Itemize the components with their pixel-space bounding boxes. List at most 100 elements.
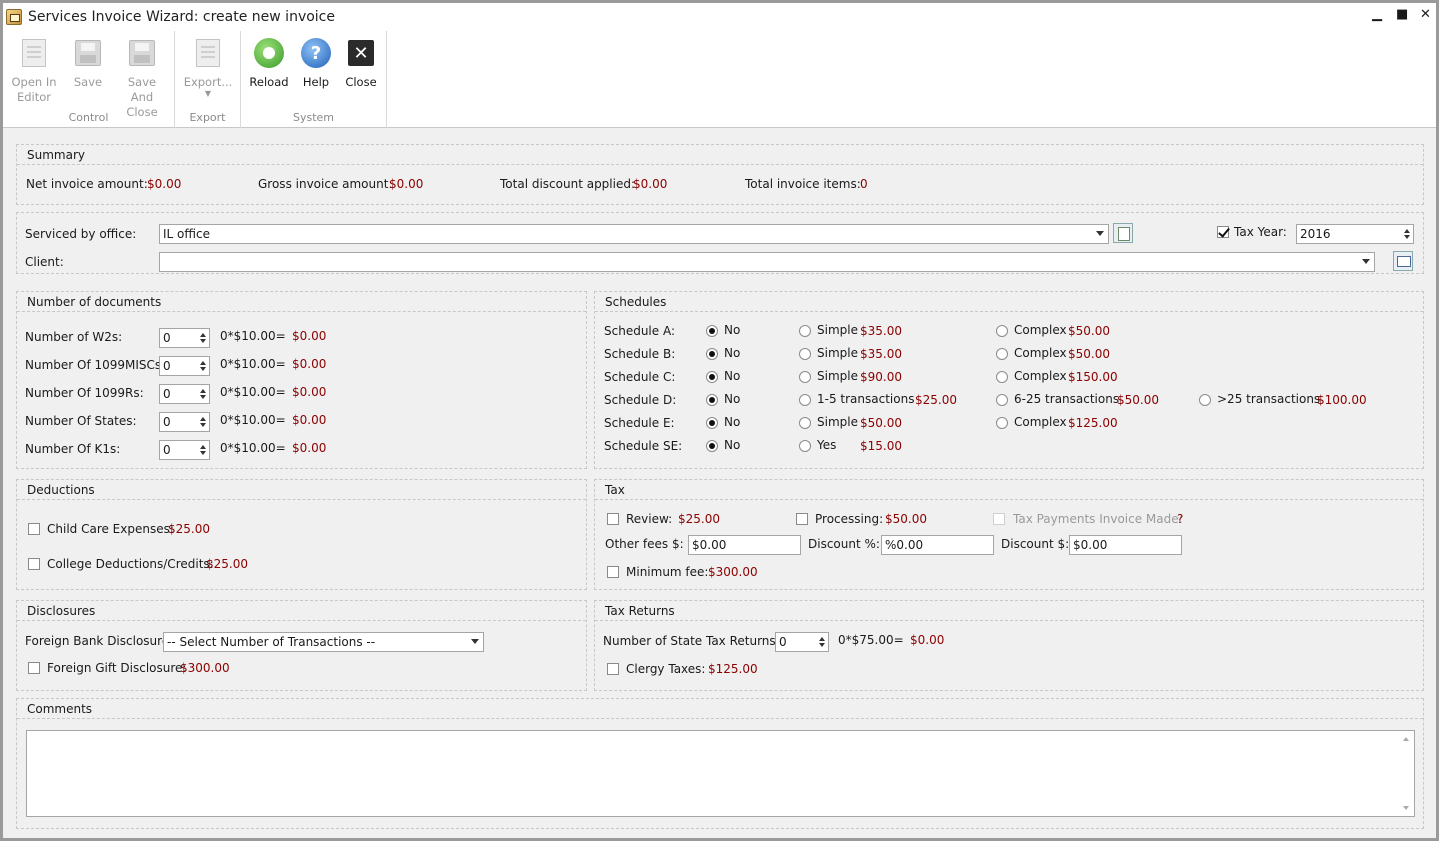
minimize-button[interactable]: ▁ [1372, 7, 1382, 22]
spin-down-icon[interactable] [200, 367, 206, 371]
schedule-c-simple-price: $90.00 [860, 370, 902, 384]
tax-payments-checkbox[interactable] [993, 513, 1005, 525]
states-formula: 0*$10.00= [220, 413, 286, 427]
save-label: Save [73, 75, 103, 89]
spin-down-icon[interactable] [200, 451, 206, 455]
open-in-editor-button[interactable]: Open In Editor [7, 37, 61, 120]
schedule-c-complex-radio[interactable] [996, 371, 1008, 383]
spin-up-icon[interactable] [819, 637, 825, 641]
tax-year-value: 2016 [1300, 227, 1331, 241]
schedule-a-complex-radio[interactable] [996, 325, 1008, 337]
processing-checkbox[interactable] [796, 513, 808, 525]
ribbon-toolbar: Open In Editor Save Save And Close Contr… [3, 31, 1436, 128]
comments-textarea[interactable] [26, 730, 1415, 817]
w2-value: 0 [163, 331, 171, 345]
schedule-b-simple-radio[interactable] [799, 348, 811, 360]
discount-percent-input[interactable]: %0.00 [881, 535, 994, 555]
save-button[interactable]: Save [61, 37, 115, 120]
help-button[interactable]: ? Help [295, 37, 337, 90]
review-checkbox[interactable] [607, 513, 619, 525]
schedule-d-6-25-radio[interactable] [996, 394, 1008, 406]
discount-amount-label: Discount $: [1001, 537, 1070, 551]
clergy-taxes-label: Clergy Taxes: [626, 662, 706, 676]
total-discount-label: Total discount applied: [500, 177, 636, 191]
schedule-e-complex-price: $125.00 [1068, 416, 1118, 430]
tax-year-label: Tax Year: [1234, 225, 1287, 239]
spin-down-icon[interactable] [200, 339, 206, 343]
foreign-bank-select[interactable]: -- Select Number of Transactions -- [163, 632, 484, 652]
spin-up-icon[interactable] [200, 389, 206, 393]
spin-up-icon[interactable] [1404, 229, 1410, 233]
spin-down-icon[interactable] [1404, 235, 1410, 239]
spin-up-icon[interactable] [200, 417, 206, 421]
scroll-down-icon[interactable] [1403, 806, 1409, 810]
schedule-e-complex-radio[interactable] [996, 417, 1008, 429]
foreign-gift-checkbox[interactable] [28, 662, 40, 674]
child-care-price: $25.00 [168, 522, 210, 536]
export-button[interactable]: Export... ▼ [181, 37, 235, 98]
schedule-a-simple-radio[interactable] [799, 325, 811, 337]
client-label: Client: [25, 255, 64, 269]
schedule-a-no-radio[interactable] [706, 325, 718, 337]
schedule-c-no-radio[interactable] [706, 371, 718, 383]
client-select[interactable] [159, 252, 1375, 272]
schedule-e-simple-radio[interactable] [799, 417, 811, 429]
w2-formula: 0*$10.00= [220, 329, 286, 343]
spin-up-icon[interactable] [200, 333, 206, 337]
close-button[interactable]: ✕ Close [337, 37, 385, 90]
schedule-b-no-radio[interactable] [706, 348, 718, 360]
schedule-e-no-radio[interactable] [706, 417, 718, 429]
tax-year-spinner[interactable]: 2016 [1296, 224, 1414, 244]
documents-title: Number of documents [17, 292, 586, 312]
tax-year-checkbox[interactable] [1217, 226, 1229, 238]
state-tax-returns-spinner[interactable]: 0 [775, 632, 829, 652]
invoice-form: Summary Net invoice amount: $0.00 Gross … [3, 129, 1436, 838]
summary-panel: Summary Net invoice amount: $0.00 Gross … [16, 144, 1424, 205]
1099misc-label: Number Of 1099MISCs: [25, 358, 166, 372]
save-and-close-button[interactable]: Save And Close [115, 37, 169, 120]
schedule-c-simple-radio[interactable] [799, 371, 811, 383]
minimum-fee-price: $300.00 [708, 565, 758, 579]
window-close-button[interactable]: ✕ [1420, 7, 1431, 22]
w2-amount: $0.00 [292, 329, 327, 343]
clergy-taxes-checkbox[interactable] [607, 663, 619, 675]
1099r-spinner[interactable]: 0 [159, 384, 210, 404]
office-lookup-icon[interactable] [1113, 223, 1133, 243]
other-fees-input[interactable]: $0.00 [688, 535, 801, 555]
discount-amount-input[interactable]: $0.00 [1069, 535, 1182, 555]
documents-panel: Number of documents Number of W2s: 0 0*$… [16, 291, 587, 469]
schedule-d-no-radio[interactable] [706, 394, 718, 406]
child-care-checkbox[interactable] [28, 523, 40, 535]
schedule-d-over-25-radio[interactable] [1199, 394, 1211, 406]
client-card-icon[interactable] [1393, 251, 1413, 271]
reload-button[interactable]: Reload [243, 37, 295, 90]
spin-down-icon[interactable] [819, 643, 825, 647]
states-spinner[interactable]: 0 [159, 412, 210, 432]
comments-panel: Comments [16, 698, 1424, 829]
scroll-up-icon[interactable] [1403, 737, 1409, 741]
spin-up-icon[interactable] [200, 445, 206, 449]
export-icon [196, 39, 220, 67]
office-select[interactable]: IL office [159, 224, 1109, 244]
spin-down-icon[interactable] [200, 423, 206, 427]
schedule-d-1-5-radio[interactable] [799, 394, 811, 406]
w2-spinner[interactable]: 0 [159, 328, 210, 348]
export-label: Export... [183, 75, 233, 89]
foreign-gift-price: $300.00 [180, 661, 230, 675]
maximize-button[interactable]: ■ [1396, 7, 1408, 22]
minimum-fee-checkbox[interactable] [607, 566, 619, 578]
spin-up-icon[interactable] [200, 361, 206, 365]
schedule-d-1-5-label: 1-5 transactions [817, 392, 915, 406]
k1-spinner[interactable]: 0 [159, 440, 210, 460]
schedule-se-yes-radio[interactable] [799, 440, 811, 452]
college-deductions-checkbox[interactable] [28, 558, 40, 570]
schedule-d-label: Schedule D: [604, 393, 677, 407]
invoice-wizard-window: Services Invoice Wizard: create new invo… [0, 0, 1439, 841]
schedule-b-complex-radio[interactable] [996, 348, 1008, 360]
schedule-b-no-label: No [724, 346, 741, 360]
spin-down-icon[interactable] [200, 395, 206, 399]
1099misc-spinner[interactable]: 0 [159, 356, 210, 376]
schedule-b-label: Schedule B: [604, 347, 676, 361]
other-fees-value: $0.00 [692, 538, 727, 552]
schedule-se-no-radio[interactable] [706, 440, 718, 452]
